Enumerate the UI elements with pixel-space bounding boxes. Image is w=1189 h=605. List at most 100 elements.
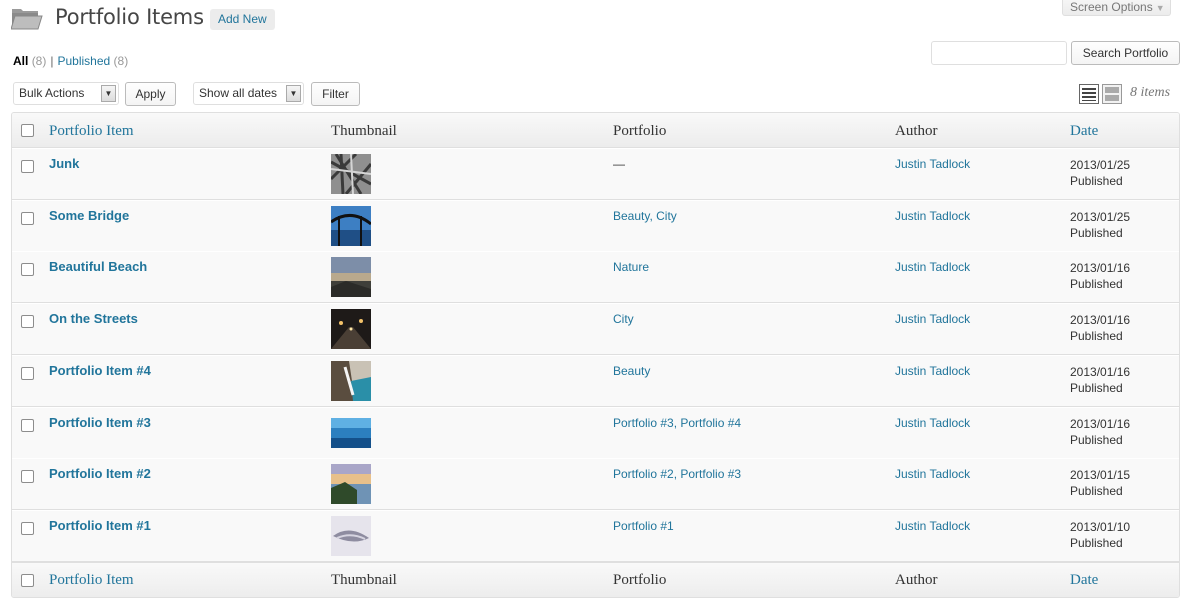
dates-select[interactable]: Show all dates ▼: [193, 82, 304, 105]
thumbnail-image[interactable]: [331, 257, 371, 297]
row-date: 2013/01/16 Published: [1070, 364, 1130, 396]
column-header-thumbnail: Thumbnail: [331, 123, 397, 139]
row-date-value: 2013/01/25: [1070, 210, 1131, 224]
row-checkbox[interactable]: [21, 160, 34, 173]
row-date-value: 2013/01/16: [1070, 365, 1131, 379]
row-status: Published: [1070, 381, 1123, 395]
row-status: Published: [1070, 329, 1123, 343]
column-footer-date[interactable]: Date: [1070, 572, 1098, 589]
row-portfolio[interactable]: Nature: [613, 260, 649, 274]
select-all-checkbox[interactable]: [21, 124, 34, 137]
row-date: 2013/01/25 Published: [1070, 209, 1130, 241]
search-input[interactable]: [931, 41, 1067, 65]
column-header-portfolio: Portfolio: [613, 123, 667, 139]
row-title-link[interactable]: Some Bridge: [49, 208, 129, 223]
column-footer-author: Author: [895, 572, 938, 588]
bulk-actions-select[interactable]: Bulk Actions ▼: [13, 82, 119, 105]
row-title-link[interactable]: Portfolio Item #2: [49, 466, 151, 481]
row-checkbox[interactable]: [21, 367, 34, 380]
row-portfolio[interactable]: Beauty: [613, 364, 650, 378]
row-portfolio: —: [613, 157, 625, 171]
column-footer-thumbnail: Thumbnail: [331, 572, 397, 588]
table-row: On the Streets City Justin Tadlock 2013/…: [12, 303, 1179, 355]
items-count: 8 items: [1130, 85, 1171, 100]
row-date: 2013/01/16 Published: [1070, 416, 1130, 448]
table-row: Beautiful Beach Nature Justin Tadlock 20…: [12, 251, 1179, 303]
row-author-link[interactable]: Justin Tadlock: [895, 416, 970, 430]
table-row: Some Bridge Beauty, City Justin Tadlock …: [12, 200, 1179, 252]
row-portfolio[interactable]: Portfolio #1: [613, 519, 674, 533]
row-date: 2013/01/25 Published: [1070, 157, 1130, 189]
row-title-link[interactable]: On the Streets: [49, 311, 138, 326]
row-status: Published: [1070, 174, 1123, 188]
filter-published-count: (8): [113, 54, 129, 68]
table-row: Portfolio Item #2 Portfolio #2, Portfoli…: [12, 458, 1179, 510]
row-checkbox[interactable]: [21, 522, 34, 535]
list-view-icon[interactable]: [1079, 84, 1099, 104]
dates-value: Show all dates: [199, 86, 278, 100]
add-new-button[interactable]: Add New: [210, 9, 275, 30]
row-title-link[interactable]: Junk: [49, 156, 79, 171]
row-date-value: 2013/01/25: [1070, 158, 1131, 172]
chevron-down-icon: ▼: [1155, 3, 1165, 13]
table-row: Portfolio Item #4 Beauty Justin Tadlock …: [12, 355, 1179, 407]
thumbnail-image[interactable]: [331, 413, 371, 453]
row-date: 2013/01/15 Published: [1070, 467, 1130, 499]
row-title-link[interactable]: Beautiful Beach: [49, 259, 147, 274]
row-date-value: 2013/01/16: [1070, 261, 1131, 275]
row-checkbox[interactable]: [21, 419, 34, 432]
excerpt-view-icon[interactable]: [1102, 84, 1122, 104]
row-author-link[interactable]: Justin Tadlock: [895, 157, 970, 171]
thumbnail-image[interactable]: [331, 516, 371, 556]
row-author-link[interactable]: Justin Tadlock: [895, 260, 970, 274]
row-portfolio[interactable]: City: [613, 312, 634, 326]
thumbnail-image[interactable]: [331, 154, 371, 194]
row-author-link[interactable]: Justin Tadlock: [895, 519, 970, 533]
row-checkbox[interactable]: [21, 315, 34, 328]
table-row: Portfolio Item #3 Portfolio #3, Portfoli…: [12, 407, 1179, 459]
row-portfolio[interactable]: Beauty, City: [613, 209, 677, 223]
thumbnail-image[interactable]: [331, 309, 371, 349]
row-date-value: 2013/01/16: [1070, 417, 1131, 431]
row-author-link[interactable]: Justin Tadlock: [895, 364, 970, 378]
row-date: 2013/01/16 Published: [1070, 312, 1130, 344]
filter-all-link[interactable]: All: [13, 54, 28, 68]
row-title-link[interactable]: Portfolio Item #3: [49, 415, 151, 430]
table-row: Portfolio Item #1 Portfolio #1 Justin Ta…: [12, 510, 1179, 562]
folder-icon: [11, 9, 43, 30]
portfolio-table: Portfolio Item Thumbnail Portfolio Autho…: [11, 112, 1180, 598]
table-row: Junk — Justin Tadlock 2013/01/25 Publish…: [12, 148, 1179, 200]
row-status: Published: [1070, 433, 1123, 447]
row-portfolio[interactable]: Portfolio #3, Portfolio #4: [613, 416, 741, 430]
row-checkbox[interactable]: [21, 212, 34, 225]
column-footer-portfolio-item[interactable]: Portfolio Item: [49, 572, 134, 589]
row-author-link[interactable]: Justin Tadlock: [895, 312, 970, 326]
filter-published-link[interactable]: Published: [57, 54, 110, 68]
select-all-checkbox[interactable]: [21, 574, 34, 587]
page-title: Portfolio Items: [55, 5, 204, 29]
filter-separator: |: [50, 54, 54, 68]
row-date-value: 2013/01/15: [1070, 468, 1131, 482]
row-author-link[interactable]: Justin Tadlock: [895, 467, 970, 481]
thumbnail-image[interactable]: [331, 361, 371, 401]
screen-options-toggle[interactable]: Screen Options ▼: [1062, 0, 1171, 16]
row-author-link[interactable]: Justin Tadlock: [895, 209, 970, 223]
column-header-portfolio-item[interactable]: Portfolio Item: [49, 123, 134, 140]
thumbnail-image[interactable]: [331, 206, 371, 246]
row-checkbox[interactable]: [21, 263, 34, 276]
row-date: 2013/01/16 Published: [1070, 260, 1130, 292]
row-status: Published: [1070, 277, 1123, 291]
apply-button[interactable]: Apply: [125, 82, 176, 106]
column-header-author: Author: [895, 123, 938, 139]
filter-button[interactable]: Filter: [311, 82, 360, 106]
thumbnail-image[interactable]: [331, 464, 371, 504]
row-status: Published: [1070, 536, 1123, 550]
search-portfolio-button[interactable]: Search Portfolio: [1071, 41, 1180, 65]
row-status: Published: [1070, 484, 1123, 498]
row-title-link[interactable]: Portfolio Item #4: [49, 363, 151, 378]
row-checkbox[interactable]: [21, 470, 34, 483]
row-portfolio[interactable]: Portfolio #2, Portfolio #3: [613, 467, 741, 481]
row-title-link[interactable]: Portfolio Item #1: [49, 518, 151, 533]
column-header-date[interactable]: Date: [1070, 123, 1098, 140]
table-header: Portfolio Item Thumbnail Portfolio Autho…: [12, 113, 1179, 148]
